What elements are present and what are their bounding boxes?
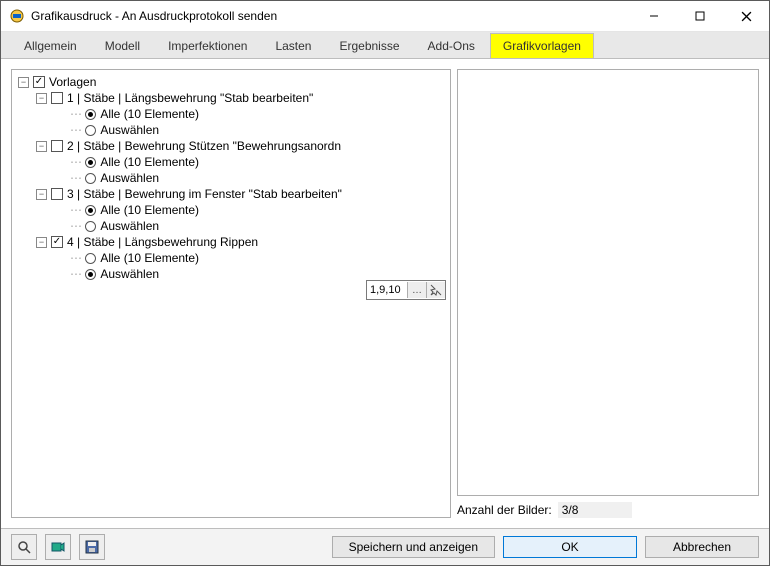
tree-option-label: Auswählen <box>100 122 159 138</box>
tree-line: ⋯ <box>70 154 82 170</box>
radio-alle-3[interactable] <box>85 205 96 216</box>
save-and-show-button[interactable]: Speichern und anzeigen <box>332 536 495 558</box>
tree-option[interactable]: ⋯ Alle (10 Elemente) <box>14 106 448 122</box>
image-count-value: 3/8 <box>558 502 632 518</box>
checkbox-item-1[interactable] <box>51 92 63 104</box>
tree-root-label: Vorlagen <box>49 74 96 90</box>
ok-button[interactable]: OK <box>503 536 637 558</box>
titlebar: Grafikausdruck - An Ausdruckprotokoll se… <box>1 1 769 32</box>
expander-icon[interactable]: − <box>36 93 47 104</box>
tree-option-label: Alle (10 Elemente) <box>100 154 199 170</box>
tree-item[interactable]: − 3 | Stäbe | Bewehrung im Fenster "Stab… <box>14 186 448 202</box>
tree-option[interactable]: ⋯ Alle (10 Elemente) <box>14 250 448 266</box>
tree-option-label: Auswählen <box>100 170 159 186</box>
close-button[interactable] <box>723 1 769 31</box>
tab-imperfektionen[interactable]: Imperfektionen <box>155 33 260 58</box>
tree-option-label: Auswählen <box>100 266 159 282</box>
preview-box <box>457 69 759 496</box>
tree-line: ⋯ <box>70 218 82 234</box>
search-icon <box>17 540 31 554</box>
cancel-button[interactable]: Abbrechen <box>645 536 759 558</box>
window-buttons <box>631 1 769 31</box>
template-tree[interactable]: − Vorlagen − 1 | Stäbe | Längsbewehrung … <box>11 69 451 518</box>
tree-item[interactable]: − 1 | Stäbe | Längsbewehrung "Stab bearb… <box>14 90 448 106</box>
content-area: − Vorlagen − 1 | Stäbe | Längsbewehrung … <box>1 59 769 528</box>
tree-item-label: 3 | Stäbe | Bewehrung im Fenster "Stab b… <box>67 186 342 202</box>
image-count-row: Anzahl der Bilder: 3/8 <box>457 502 759 518</box>
save-button[interactable] <box>79 534 105 560</box>
image-count-label: Anzahl der Bilder: <box>457 503 552 517</box>
checkbox-root[interactable] <box>33 76 45 88</box>
tree-option-label: Alle (10 Elemente) <box>100 250 199 266</box>
tree-line: ⋯ <box>70 202 82 218</box>
tree-option[interactable]: ⋯ Alle (10 Elemente) <box>14 202 448 218</box>
right-pane: Anzahl der Bilder: 3/8 <box>457 69 759 518</box>
tree-line: ⋯ <box>70 170 82 186</box>
tree-line: ⋯ <box>70 106 82 122</box>
tab-ergebnisse[interactable]: Ergebnisse <box>326 33 412 58</box>
left-pane: − Vorlagen − 1 | Stäbe | Längsbewehrung … <box>11 69 451 518</box>
radio-auswaehlen-1[interactable] <box>85 125 96 136</box>
minimize-button[interactable] <box>631 1 677 31</box>
tree-option[interactable]: ⋯ Auswählen <box>14 170 448 186</box>
dialog-window: Grafikausdruck - An Ausdruckprotokoll se… <box>0 0 770 566</box>
quickview-icon <box>51 540 65 554</box>
checkbox-item-3[interactable] <box>51 188 63 200</box>
expander-icon[interactable]: − <box>36 237 47 248</box>
tree-item[interactable]: − 2 | Stäbe | Bewehrung Stützen "Bewehru… <box>14 138 448 154</box>
expander-icon[interactable]: − <box>18 77 29 88</box>
tree-item[interactable]: − 4 | Stäbe | Längsbewehrung Rippen <box>14 234 448 250</box>
tree-line: ⋯ <box>70 266 82 282</box>
tree-option-label: Alle (10 Elemente) <box>100 202 199 218</box>
window-title: Grafikausdruck - An Ausdruckprotokoll se… <box>31 9 631 23</box>
radio-alle-4[interactable] <box>85 253 96 264</box>
search-button[interactable] <box>11 534 37 560</box>
quickview-button[interactable] <box>45 534 71 560</box>
tree-option[interactable]: ⋯ Auswählen <box>14 122 448 138</box>
radio-alle-1[interactable] <box>85 109 96 120</box>
maximize-button[interactable] <box>677 1 723 31</box>
checkbox-item-4[interactable] <box>51 236 63 248</box>
tree-option[interactable]: ⋯ Alle (10 Elemente) <box>14 154 448 170</box>
tree-line: ⋯ <box>70 250 82 266</box>
tree-line: ⋯ <box>70 122 82 138</box>
tree-option[interactable]: ⋯ Auswählen <box>14 218 448 234</box>
radio-auswaehlen-4[interactable] <box>85 269 96 280</box>
app-icon <box>9 8 25 24</box>
radio-auswaehlen-2[interactable] <box>85 173 96 184</box>
expander-icon[interactable]: − <box>36 141 47 152</box>
tab-addons[interactable]: Add-Ons <box>415 33 488 58</box>
tree-option-label: Auswählen <box>100 218 159 234</box>
selection-input-group: 1,9,10 … <box>366 280 446 300</box>
tab-allgemein[interactable]: Allgemein <box>11 33 90 58</box>
tree-option-label: Alle (10 Elemente) <box>100 106 199 122</box>
checkbox-item-2[interactable] <box>51 140 63 152</box>
save-icon <box>85 540 99 554</box>
tab-bar: Allgemein Modell Imperfektionen Lasten E… <box>1 32 769 59</box>
radio-alle-2[interactable] <box>85 157 96 168</box>
tab-lasten[interactable]: Lasten <box>262 33 324 58</box>
selection-input[interactable]: 1,9,10 <box>367 284 407 296</box>
tree-item-label: 1 | Stäbe | Längsbewehrung "Stab bearbei… <box>67 90 313 106</box>
tree-item-label: 2 | Stäbe | Bewehrung Stützen "Bewehrung… <box>67 138 341 154</box>
tree-item-label: 4 | Stäbe | Längsbewehrung Rippen <box>67 234 258 250</box>
tree-root[interactable]: − Vorlagen <box>14 74 448 90</box>
footer: Speichern und anzeigen OK Abbrechen <box>1 528 769 565</box>
selection-browse-button[interactable]: … <box>407 282 426 298</box>
radio-auswaehlen-3[interactable] <box>85 221 96 232</box>
selection-pick-button[interactable] <box>426 282 445 298</box>
tab-grafikvorlagen[interactable]: Grafikvorlagen <box>490 33 594 58</box>
tab-modell[interactable]: Modell <box>92 33 153 58</box>
expander-icon[interactable]: − <box>36 189 47 200</box>
